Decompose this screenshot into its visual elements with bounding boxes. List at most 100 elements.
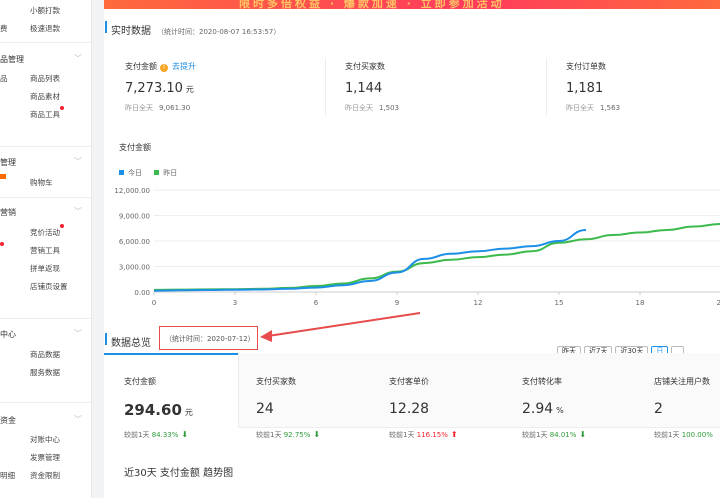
payment-amount-chart[interactable]: 0.00 3,000.00 6,000.00 9,000.00 12,000.00 0 3 6… xyxy=(104,180,720,315)
card-compare-label: 较前1天 xyxy=(389,431,415,439)
new-dot-icon xyxy=(0,242,4,246)
metric-sub-label: 昨日全天 xyxy=(566,104,594,112)
metric-orders-yesterday: 昨日全天 1,563 xyxy=(566,103,620,113)
card-compare: 较前1天 100.00% xyxy=(654,430,713,440)
x-tick-label: 9 xyxy=(395,299,399,307)
overview-stat-time: （统计时间：2020-07-12） xyxy=(165,335,255,343)
sidebar-divider xyxy=(0,197,91,198)
app-root: 小额打款 费 极速退款 品管理 ﹀ 品 商品列表 商品素材 商品工具 管理 ﹀ … xyxy=(0,0,720,498)
card-label: 支付客单价 xyxy=(389,377,429,386)
card-compare: 较前1天 116.15% ⬆ xyxy=(389,430,458,440)
chevron-down-icon[interactable]: ﹀ xyxy=(74,414,82,425)
metric-payment-amount-value: 7,273.10 元 xyxy=(125,81,194,96)
card-compare-label: 较前1天 xyxy=(256,431,282,439)
x-tick-label: 3 xyxy=(233,299,237,307)
sidebar-section-finance[interactable]: 资金 xyxy=(0,415,16,426)
improve-link[interactable]: 去提升 xyxy=(172,62,196,71)
sidebar-divider xyxy=(0,402,91,403)
sidebar-item-fee[interactable]: 费 xyxy=(0,23,8,34)
card-compare-value: 116.15% xyxy=(416,431,448,439)
promo-banner[interactable]: 限时多倍权益 · 爆款加速 · 立即参加活动 xyxy=(104,0,720,10)
card-value: 12.28 xyxy=(389,401,430,417)
x-tick-label: 15 xyxy=(555,299,564,307)
metric-payment-amount-label: 支付金额! 去提升 xyxy=(125,61,196,72)
y-tick-label: 0.00 xyxy=(134,289,150,297)
x-tick-label: 18 xyxy=(636,299,645,307)
trend-chart-title: 近30天 支付金额 趋势图 xyxy=(124,468,234,479)
arrow-down-icon: ⬇ xyxy=(313,430,321,439)
sidebar-item-service-data[interactable]: 服务数据 xyxy=(30,367,60,378)
legend-swatch-yesterday xyxy=(154,170,160,175)
sidebar-item-goods-material[interactable]: 商品素材 xyxy=(30,91,60,102)
card-value-number: 2.94 xyxy=(522,401,554,417)
legend-label: 昨日 xyxy=(163,169,178,177)
metric-sub-label: 昨日全天 xyxy=(125,104,153,112)
sidebar-item-goods-short[interactable]: 品 xyxy=(0,73,8,84)
x-tick-label: 6 xyxy=(314,299,319,307)
legend-today[interactable]: 今日 xyxy=(119,169,142,177)
card-label: 支付转化率 xyxy=(522,377,562,386)
series-line-today xyxy=(153,228,587,292)
card-compare-value: 84.33% xyxy=(151,431,179,439)
card-compare-label: 较前1天 xyxy=(654,431,680,439)
info-icon[interactable]: ! xyxy=(160,64,168,72)
new-dot-icon xyxy=(60,106,64,110)
sidebar-item-invoice[interactable]: 发票管理 xyxy=(30,452,60,463)
section-marker xyxy=(105,333,107,345)
legend-label: 今日 xyxy=(128,169,142,177)
sidebar-item-cart[interactable]: 购物车 xyxy=(30,177,53,188)
chevron-down-icon[interactable]: ﹀ xyxy=(74,206,82,217)
x-tick-label: 21 xyxy=(717,299,720,307)
card-value-number: 294.60 xyxy=(124,401,182,419)
sidebar-item-marketing-tools[interactable]: 营销工具 xyxy=(30,245,60,256)
sidebar-item-fund-limit[interactable]: 资金限制 xyxy=(30,470,60,481)
sidebar-item-cashback[interactable]: 拼单返现 xyxy=(30,263,60,274)
chevron-down-icon[interactable]: ﹀ xyxy=(74,156,82,167)
series-line-yesterday xyxy=(153,223,720,291)
metric-orders-label: 支付订单数 xyxy=(566,62,606,71)
card-label: 支付金额 xyxy=(124,377,156,386)
sidebar-item-reconcile[interactable]: 对账中心 xyxy=(30,434,60,445)
card-label: 支付买家数 xyxy=(256,377,296,386)
arrow-down-icon: ⬇ xyxy=(181,430,189,439)
sidebar-item-goods-data[interactable]: 商品数据 xyxy=(30,349,60,360)
chevron-down-icon[interactable]: ﹀ xyxy=(74,328,82,339)
content-gutter xyxy=(92,0,104,498)
sidebar-section-marketing[interactable]: 营销 xyxy=(0,207,16,218)
sidebar-section-goods[interactable]: 品管理 xyxy=(0,54,24,65)
metric-label-text: 支付金额 xyxy=(125,62,157,71)
card-unit: % xyxy=(556,406,564,415)
sidebar-item-goods-list[interactable]: 商品列表 xyxy=(30,73,60,84)
x-tick-label: 0 xyxy=(152,299,156,307)
metric-divider xyxy=(546,58,547,116)
chart-legend: 今日 昨日 xyxy=(119,168,187,178)
chart-title: 支付金额 xyxy=(119,143,151,152)
arrow-up-icon: ⬆ xyxy=(450,430,458,439)
overview-title: 数据总览 xyxy=(111,338,151,349)
sidebar-divider xyxy=(0,42,91,43)
sidebar-item-fast-refund[interactable]: 极速退款 xyxy=(30,23,60,34)
hot-badge-icon xyxy=(0,174,6,179)
card-value: 24 xyxy=(256,401,274,417)
sidebar-section-order[interactable]: 管理 xyxy=(0,157,16,168)
metric-value-text: 7,273.10 xyxy=(125,81,183,96)
card-value: 2.94% xyxy=(522,401,564,417)
sidebar-section-data[interactable]: 中心 xyxy=(0,329,16,340)
sidebar: 小额打款 费 极速退款 品管理 ﹀ 品 商品列表 商品素材 商品工具 管理 ﹀ … xyxy=(0,0,92,498)
sidebar-item-store-page[interactable]: 店铺页设置 xyxy=(30,281,68,292)
card-compare: 较前1天 92.75% ⬇ xyxy=(256,430,320,440)
sidebar-item-goods-tools[interactable]: 商品工具 xyxy=(30,109,60,120)
card-compare-value: 84.01% xyxy=(549,431,577,439)
card-value: 294.60 元 xyxy=(124,401,193,419)
metric-orders-value: 1,181 xyxy=(566,81,604,96)
chevron-down-icon[interactable]: ﹀ xyxy=(74,53,82,64)
sidebar-item-detail[interactable]: 明细 xyxy=(0,470,15,481)
sidebar-item-bidding[interactable]: 竞价活动 xyxy=(30,227,60,238)
sidebar-item-small-payment[interactable]: 小额打款 xyxy=(30,5,60,16)
legend-yesterday[interactable]: 昨日 xyxy=(154,169,177,177)
section-marker xyxy=(105,21,107,33)
card-compare-label: 较前1天 xyxy=(124,431,150,439)
card-compare-value: 100.00% xyxy=(681,431,713,439)
card-compare-label: 较前1天 xyxy=(522,431,548,439)
metric-buyers-value: 1,144 xyxy=(345,81,383,96)
